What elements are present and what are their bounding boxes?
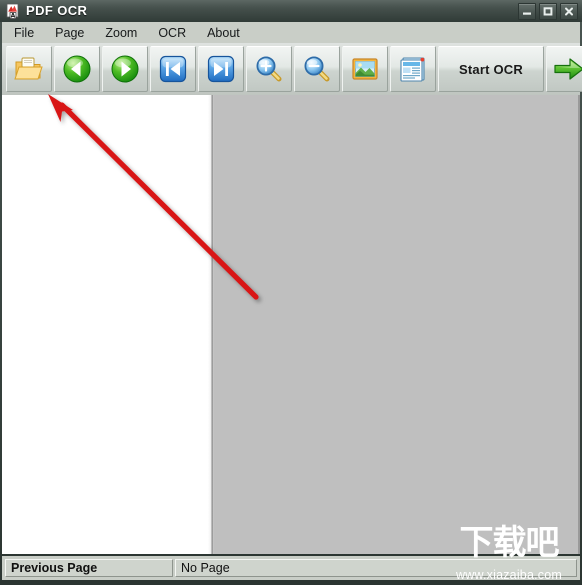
go-next-button[interactable]: [546, 46, 582, 92]
thumbnail-pane[interactable]: [2, 95, 208, 554]
window-controls: [518, 3, 578, 20]
status-previous-page-label: Previous Page: [11, 561, 98, 575]
picture-icon: [350, 55, 380, 83]
status-previous-page[interactable]: Previous Page: [5, 559, 173, 577]
open-file-button[interactable]: [6, 46, 52, 92]
next-page-button[interactable]: [102, 46, 148, 92]
blue-first-page-icon: [158, 54, 188, 84]
maximize-button[interactable]: [539, 3, 557, 20]
zoom-in-button[interactable]: [246, 46, 292, 92]
green-left-arrow-icon: [62, 54, 92, 84]
green-arrow-right-icon: [553, 55, 582, 83]
status-page-indicator: No Page: [175, 559, 577, 577]
menu-item-about[interactable]: About: [198, 24, 249, 42]
page-view-edge: [578, 95, 580, 554]
window-title: PDF OCR: [26, 3, 88, 18]
status-page-label: No Page: [181, 561, 230, 575]
green-right-arrow-icon: [110, 54, 140, 84]
start-ocr-button[interactable]: Start OCR: [438, 46, 544, 92]
menu-item-page[interactable]: Page: [46, 24, 93, 42]
page-view-pane[interactable]: [214, 95, 580, 554]
blue-last-page-icon: [206, 54, 236, 84]
menu-item-file[interactable]: File: [5, 24, 43, 42]
title-bar: A PDF OCR: [0, 0, 582, 22]
toolbar: Start OCR: [2, 43, 582, 95]
document-text-icon: [398, 55, 428, 83]
view-image-button[interactable]: [342, 46, 388, 92]
menu-item-zoom[interactable]: Zoom: [96, 24, 146, 42]
first-page-button[interactable]: [150, 46, 196, 92]
zoom-out-button[interactable]: [294, 46, 340, 92]
status-bar: Previous Page No Page: [2, 556, 580, 580]
view-text-button[interactable]: [390, 46, 436, 92]
magnifier-plus-icon: [254, 54, 284, 84]
content-area: [2, 95, 580, 554]
minimize-button[interactable]: [518, 3, 536, 20]
application-window: A PDF OCR File Page Zoom OCR About Start…: [0, 0, 582, 585]
start-ocr-label: Start OCR: [459, 61, 523, 77]
close-button[interactable]: [560, 3, 578, 20]
svg-text:A: A: [11, 13, 16, 19]
menu-item-ocr[interactable]: OCR: [149, 24, 195, 42]
pdf-ocr-app-icon: A: [5, 3, 21, 20]
menu-bar: File Page Zoom OCR About: [2, 22, 580, 43]
last-page-button[interactable]: [198, 46, 244, 92]
previous-page-button[interactable]: [54, 46, 100, 92]
open-folder-icon: [14, 55, 44, 83]
magnifier-minus-icon: [302, 54, 332, 84]
